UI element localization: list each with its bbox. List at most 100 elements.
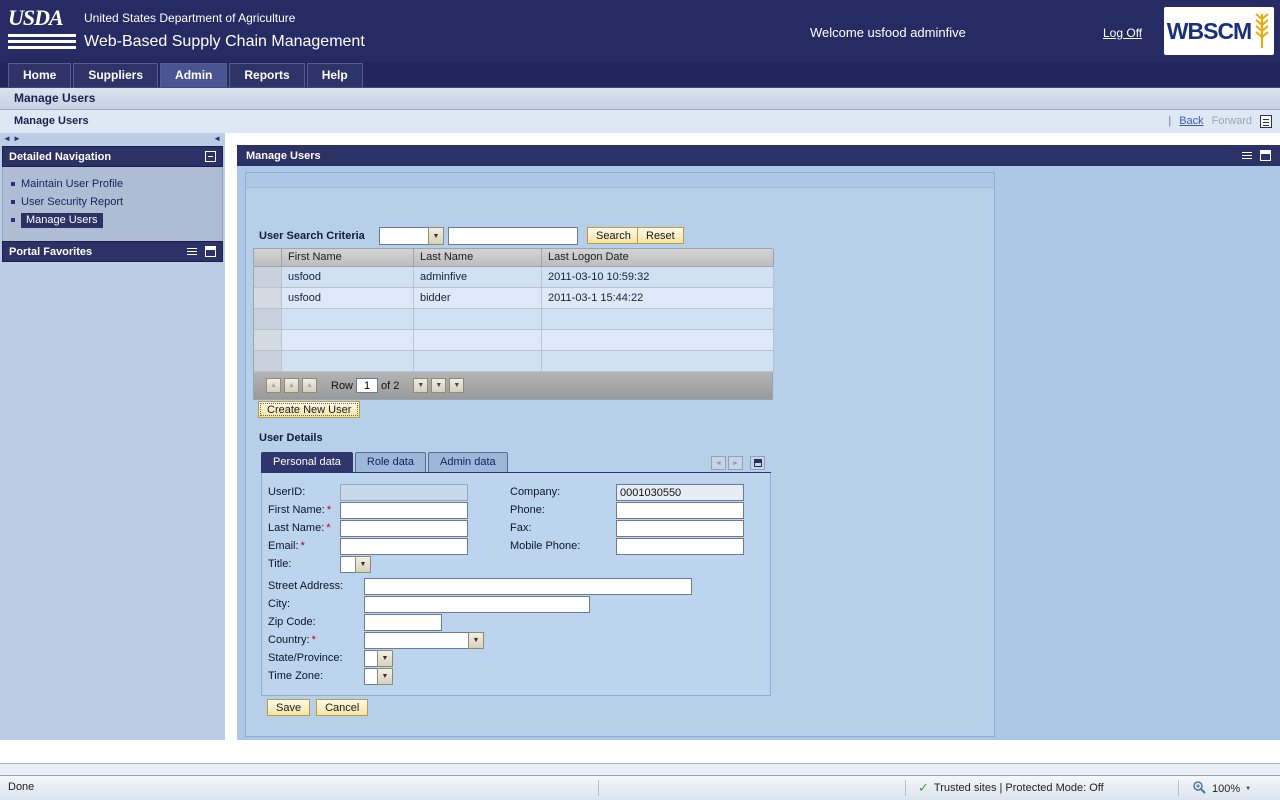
nav-tab-admin[interactable]: Admin (160, 63, 227, 87)
portal-header: USDA United States Department of Agricul… (0, 0, 1280, 62)
dropdown-arrow-icon[interactable]: ▼ (468, 632, 484, 649)
sidebar-item-label-selected: Manage Users (21, 213, 103, 228)
table-row[interactable]: usfood adminfive 2011-03-10 10:59:32 (254, 267, 773, 288)
user-search-criteria-label: User Search Criteria (259, 230, 365, 242)
phone-field[interactable] (616, 502, 744, 519)
bullet-icon (11, 182, 15, 186)
column-header-last-name: Last Name (414, 249, 542, 267)
tab-scroll-right-icon[interactable]: ► (728, 456, 743, 470)
user-details-title: User Details (259, 432, 323, 444)
tab-personal-data[interactable]: Personal data (261, 452, 353, 472)
maximize-icon[interactable] (1260, 150, 1271, 161)
usda-logo-stripes (8, 34, 76, 49)
personal-data-form: UserID: Company: First Name:* Phone: Las… (261, 473, 771, 696)
first-row-icon[interactable]: ▲ (266, 378, 281, 393)
first-name-field[interactable] (340, 502, 468, 519)
tab-scroll-left-icon[interactable]: ◄ (711, 456, 726, 470)
required-marker: * (301, 540, 305, 552)
browser-status-bar: Done ✓ Trusted sites | Protected Mode: O… (0, 775, 1280, 800)
state-province-dropdown[interactable]: ▼ (364, 650, 393, 667)
search-button[interactable]: Search (587, 227, 640, 244)
column-header-last-logon-date: Last Logon Date (542, 249, 774, 267)
mobile-phone-field[interactable] (616, 538, 744, 555)
history-menu-icon[interactable] (1260, 115, 1272, 128)
portal-favorites-header: Portal Favorites (2, 241, 223, 262)
time-zone-dropdown[interactable]: ▼ (364, 668, 393, 685)
column-header-first-name: First Name (282, 249, 414, 267)
row-selector[interactable] (254, 288, 282, 309)
search-criteria-field[interactable] (379, 227, 428, 245)
page-down-icon[interactable]: ▼ (431, 378, 446, 393)
second-level-title-bar: Manage Users (0, 88, 1280, 110)
dropdown-arrow-icon[interactable]: ▼ (377, 650, 393, 667)
save-button[interactable]: Save (267, 699, 310, 716)
nav-tab-help[interactable]: Help (307, 63, 363, 87)
street-address-field[interactable] (364, 578, 692, 595)
welcome-message: Welcome usfood adminfive (810, 25, 966, 40)
dropdown-arrow-icon[interactable]: ▼ (377, 668, 393, 685)
options-menu-icon[interactable] (1241, 150, 1253, 162)
nav-tab-suppliers[interactable]: Suppliers (73, 63, 158, 87)
row-down-icon[interactable]: ▼ (413, 378, 428, 393)
history-separator: | (1168, 110, 1171, 133)
wheat-icon (1253, 10, 1271, 53)
sidebar-item-maintain-user-profile[interactable]: Maintain User Profile (3, 175, 222, 193)
company-label: Company: (510, 486, 560, 498)
current-row-input[interactable] (356, 378, 378, 393)
tab-admin-data[interactable]: Admin data (428, 452, 508, 472)
sidebar-item-manage-users[interactable]: Manage Users (3, 211, 222, 229)
detach-tab-icon[interactable] (750, 456, 765, 470)
application-title: Web-Based Supply Chain Management (84, 33, 365, 51)
scroll-left-icon[interactable]: ◄ (3, 134, 11, 144)
history-bar: Manage Users | Back Forward (0, 110, 1280, 133)
minimize-icon[interactable] (205, 151, 216, 162)
state-province-label: State/Province: (268, 652, 343, 664)
search-value-input[interactable] (448, 227, 578, 245)
scroll-right-icon[interactable]: ► (13, 134, 21, 144)
city-field[interactable] (364, 596, 590, 613)
first-name-label: First Name:* (268, 504, 331, 516)
table-row-empty (254, 330, 773, 351)
table-row-empty (254, 351, 773, 372)
page-up-icon[interactable]: ▲ (284, 378, 299, 393)
breadcrumb: Manage Users (14, 110, 89, 133)
email-field[interactable] (340, 538, 468, 555)
zoom-level-text: 100% (1212, 783, 1240, 795)
zoom-icon (1192, 780, 1207, 798)
sidebar-item-label: Maintain User Profile (21, 178, 123, 190)
dropdown-arrow-icon[interactable]: ▼ (355, 556, 371, 573)
search-criteria-dropdown[interactable]: ▼ (379, 227, 444, 245)
last-name-field[interactable] (340, 520, 468, 537)
last-row-icon[interactable]: ▼ (449, 378, 464, 393)
fax-field[interactable] (616, 520, 744, 537)
log-off-link[interactable]: Log Off (1103, 26, 1142, 40)
zoom-control[interactable]: 100% ▼ (1192, 780, 1251, 798)
list-view-icon[interactable] (186, 246, 198, 258)
detailed-navigation-title: Detailed Navigation (9, 151, 111, 163)
create-new-user-button[interactable]: Create New User (258, 401, 360, 418)
row-up-icon[interactable]: ▲ (302, 378, 317, 393)
zoom-dropdown-icon[interactable]: ▼ (1245, 786, 1251, 792)
bullet-icon (11, 200, 15, 204)
nav-tab-reports[interactable]: Reports (229, 63, 304, 87)
user-details-tabstrip: Personal data Role data Admin data ◄ ► (261, 453, 771, 473)
reset-button[interactable]: Reset (637, 227, 684, 244)
table-header-row: First Name Last Name Last Logon Date (254, 249, 773, 267)
sidebar-item-user-security-report[interactable]: User Security Report (3, 193, 222, 211)
content-area: User Search Criteria ▼ Search Reset Firs… (237, 166, 1280, 740)
cell-last-logon: 2011-03-10 10:59:32 (542, 267, 774, 288)
tab-role-data[interactable]: Role data (355, 452, 426, 472)
cancel-button[interactable]: Cancel (316, 699, 368, 716)
scroll-collapse-icon[interactable]: ◄ (213, 134, 221, 144)
open-in-window-icon[interactable] (205, 246, 216, 257)
nav-tab-home[interactable]: Home (8, 63, 71, 87)
country-dropdown[interactable]: ▼ (364, 632, 484, 649)
dropdown-arrow-icon[interactable]: ▼ (428, 227, 444, 245)
row-selector[interactable] (254, 267, 282, 288)
zip-code-field[interactable] (364, 614, 442, 631)
back-link[interactable]: Back (1179, 110, 1203, 133)
top-navigation-bar: Home Suppliers Admin Reports Help (0, 62, 1280, 88)
title-dropdown[interactable]: ▼ (340, 556, 371, 573)
detailed-navigation-body: Maintain User Profile User Security Repo… (2, 167, 223, 242)
table-row[interactable]: usfood bidder 2011-03-1 15:44:22 (254, 288, 773, 309)
